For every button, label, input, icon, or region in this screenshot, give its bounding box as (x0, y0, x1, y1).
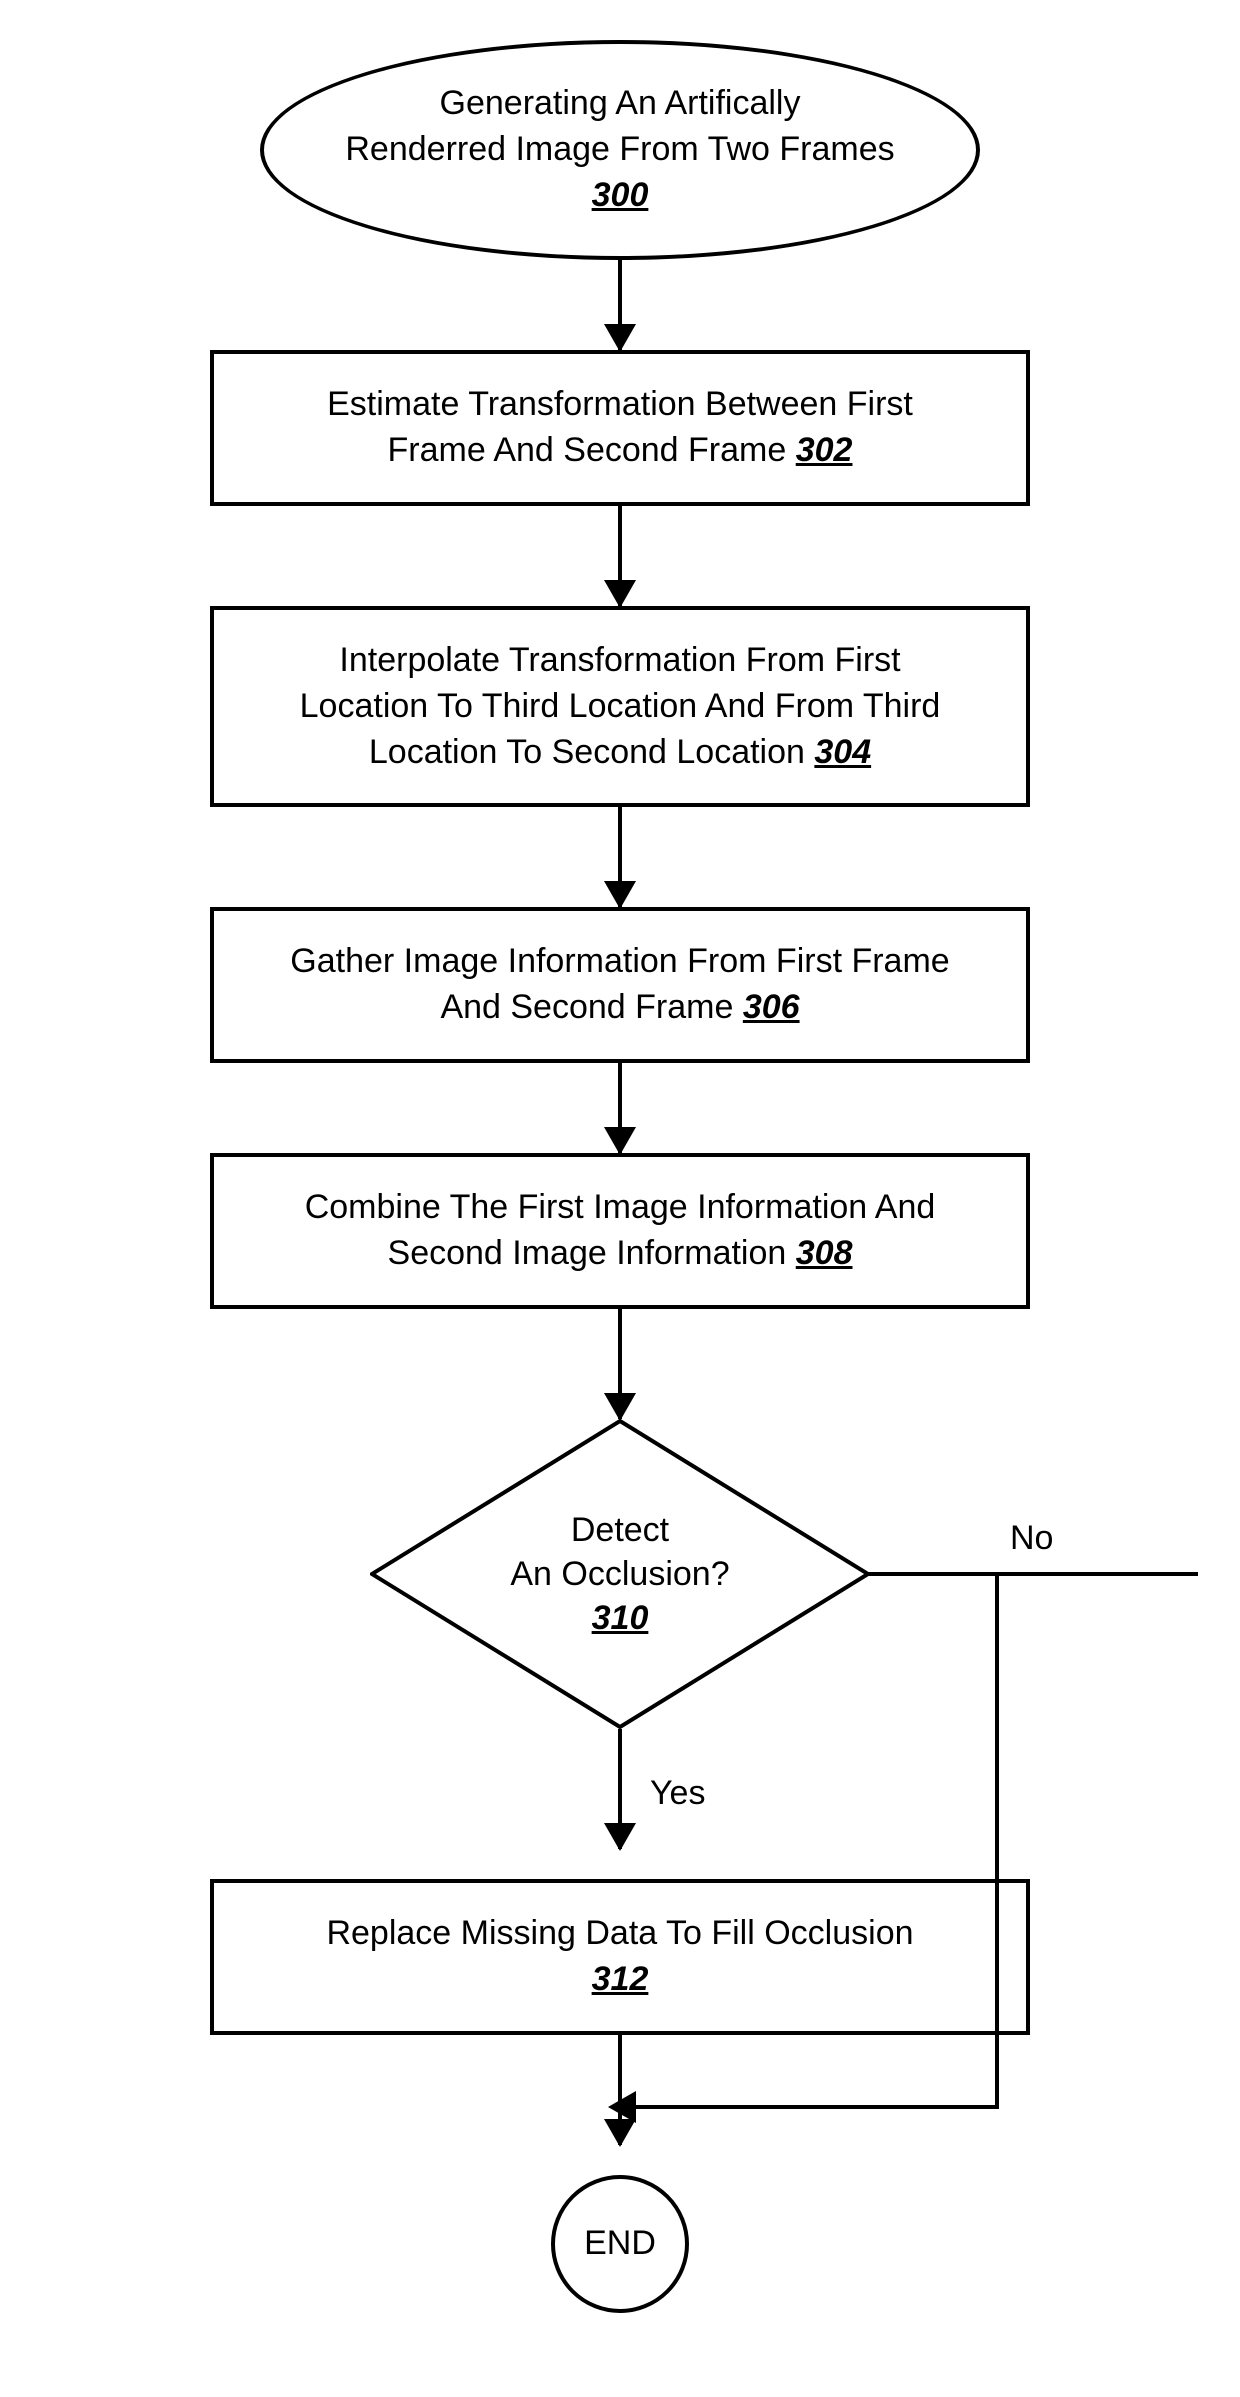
decision-310-line1: Detect (571, 1508, 669, 1552)
end-node: END (551, 2175, 689, 2313)
edge-310-no-vertical-lower (995, 2031, 999, 2105)
arrow-304-306 (618, 807, 622, 907)
arrow-302-304 (618, 506, 622, 606)
process-304-ref: 304 (814, 733, 871, 771)
decision-text-wrap: Detect An Occlusion? 310 (370, 1419, 870, 1729)
arrow-310-312 (618, 1729, 622, 1849)
edge-310-no-horizontal-return (634, 2105, 999, 2109)
process-302-line2: Frame And Second Frame 302 (244, 428, 996, 474)
process-304-line2: Location To Third Location And From Thir… (244, 684, 996, 730)
process-308-line2: Second Image Information 308 (244, 1231, 996, 1277)
edge-310-no-arrowhead (608, 2091, 636, 2123)
process-node-302: Estimate Transformation Between First Fr… (210, 350, 1030, 506)
process-308-ref: 308 (796, 1234, 853, 1272)
process-308-line1: Combine The First Image Information And (244, 1185, 996, 1231)
process-302-line2-text: Frame And Second Frame (388, 431, 796, 469)
process-304-line1: Interpolate Transformation From First (244, 638, 996, 684)
edge-310-no-horizontal (868, 1572, 1198, 1576)
flowchart: Generating An Artifically Renderred Imag… (170, 40, 1070, 2313)
start-text-line2: Renderred Image From Two Frames (345, 127, 894, 173)
merge-312-no (170, 2035, 1070, 2175)
arrow-306-308 (618, 1063, 622, 1153)
process-302-line1: Estimate Transformation Between First (244, 382, 996, 428)
process-306-ref: 306 (743, 988, 800, 1026)
start-ref: 300 (592, 173, 649, 219)
process-node-312: Replace Missing Data To Fill Occlusion 3… (210, 1879, 1030, 2035)
process-306-line1: Gather Image Information From First Fram… (244, 939, 996, 985)
process-node-308: Combine The First Image Information And … (210, 1153, 1030, 1309)
arrow-312-end (618, 2035, 622, 2145)
arrow-308-310 (618, 1309, 622, 1419)
edge-310-no-vertical-upper (995, 1576, 999, 1879)
edge-310-yes-label: Yes (650, 1774, 705, 1813)
edge-310-yes-wrap: Yes (170, 1729, 1070, 1879)
process-312-line1: Replace Missing Data To Fill Occlusion (244, 1911, 996, 1957)
process-306-line2-text: And Second Frame (440, 988, 742, 1026)
process-302-ref: 302 (796, 431, 853, 469)
arrow-300-302 (618, 260, 622, 350)
process-308-line2-text: Second Image Information (388, 1234, 796, 1272)
process-node-304: Interpolate Transformation From First Lo… (210, 606, 1030, 808)
process-node-306: Gather Image Information From First Fram… (210, 907, 1030, 1063)
decision-310-ref: 310 (592, 1596, 649, 1640)
end-text: END (584, 2224, 656, 2263)
decision-node-310: Detect An Occlusion? 310 No (370, 1419, 870, 1729)
start-node-300: Generating An Artifically Renderred Imag… (260, 40, 980, 260)
decision-310-line2: An Occlusion? (510, 1552, 729, 1596)
edge-310-no-label: No (1010, 1519, 1053, 1558)
process-304-line3-text: Location To Second Location (369, 733, 815, 771)
process-304-line3: Location To Second Location 304 (244, 730, 996, 776)
edge-310-no-vertical-mid (995, 1879, 999, 2035)
process-306-line2: And Second Frame 306 (244, 985, 996, 1031)
start-text-line1: Generating An Artifically (440, 81, 801, 127)
process-312-ref: 312 (244, 1957, 996, 2003)
